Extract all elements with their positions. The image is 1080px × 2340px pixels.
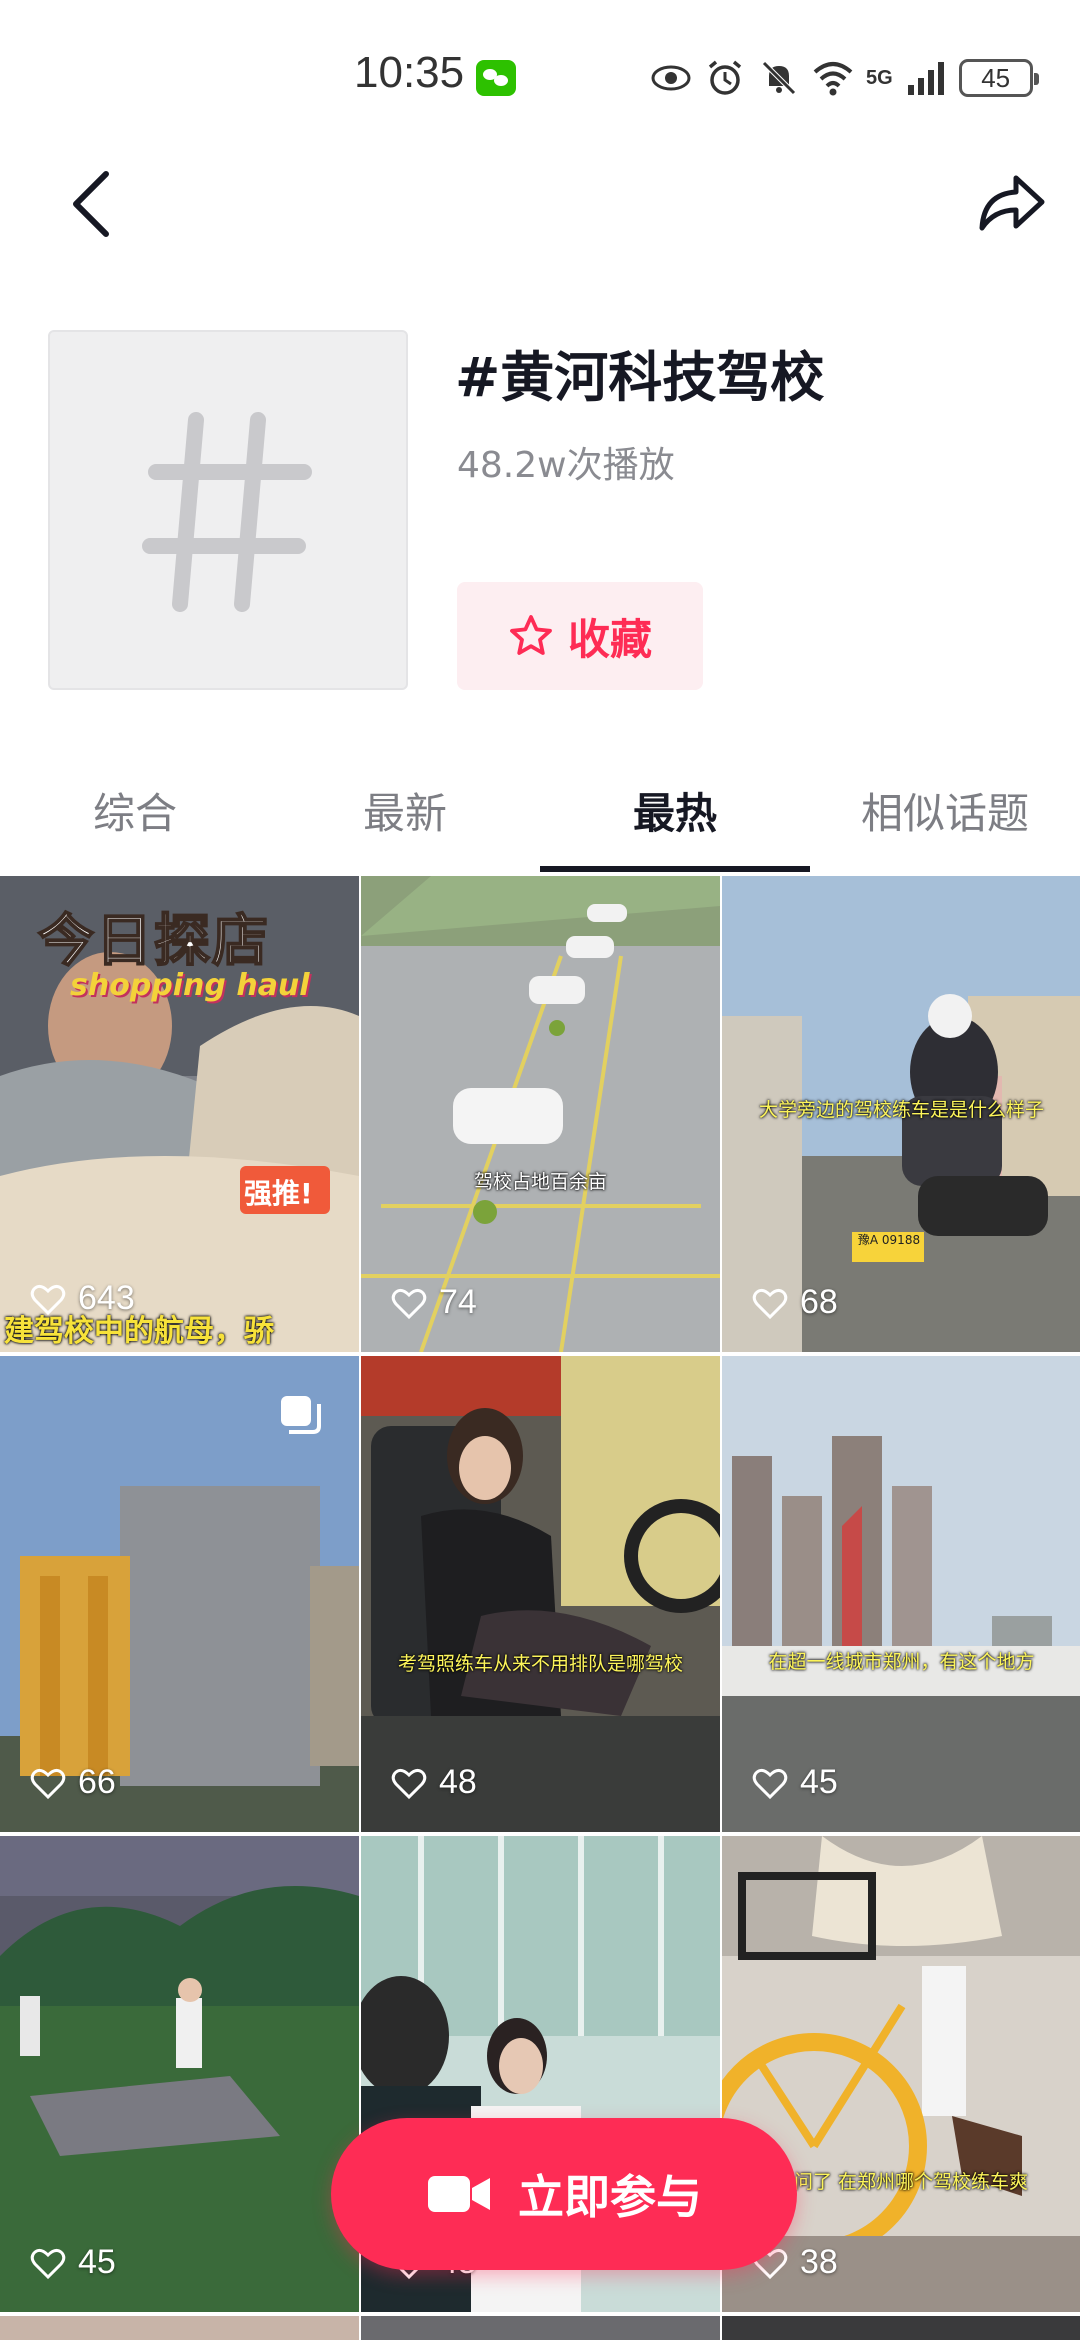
like-count-value: 643 [78,1279,135,1317]
star-outline-icon [510,615,552,655]
video-camera-icon [428,2176,490,2212]
video-caption: 在超一线城市郑州，有这个地方 [768,1651,1035,1673]
tab-hottest[interactable]: 最热 [540,780,810,850]
favorite-label: 收藏 [567,614,652,664]
tab-latest[interactable]: 最新 [270,780,540,850]
video-card-11[interactable] [361,2316,720,2340]
like-count-value: 38 [800,2243,838,2281]
like-count: 45 [30,2243,116,2282]
like-count: 643 [30,1279,135,1318]
like-count: 48 [391,1763,477,1802]
back-chevron-icon[interactable] [62,168,122,240]
heart-outline-icon [30,2248,66,2279]
video-thumbnail [361,876,720,1352]
like-count-value: 68 [800,1283,838,1321]
tab-bar: 综合 最新 最热 相似话题 [0,758,1080,872]
video-caption: 考驾照练车从来不用排队是哪驾校 [397,1653,683,1675]
like-count-value: 45 [78,2243,116,2281]
like-count: 74 [391,1283,477,1322]
license-plate: 豫A 09188 [857,1233,921,1247]
wifi-icon [813,62,853,96]
heart-outline-icon [30,1284,66,1315]
status-time: 10:35 [354,48,465,97]
like-count: 68 [752,1283,838,1322]
tab-similar-topics[interactable]: 相似话题 [810,780,1080,850]
like-count: 66 [30,1763,116,1802]
battery-icon: 45 [958,59,1039,97]
topic-play-count: 48.2w次播放 [457,445,675,486]
like-count-value: 48 [439,1763,477,1801]
favorite-button[interactable]: 收藏 [457,582,703,690]
battery-level: 45 [981,62,1011,93]
like-count: 45 [752,1763,838,1802]
video-caption: 大学旁边的驾校练车是是什么样子 [758,1099,1044,1121]
tab-indicator [540,866,810,872]
overlay-badge: 强推! [244,1177,313,1210]
share-arrow-icon[interactable] [976,172,1048,236]
alarm-icon [708,60,742,95]
overlay-subtitle: shopping haul [70,968,310,1003]
video-caption: 驾校占地百余亩 [473,1171,607,1193]
status-icons: 5G 45 [650,52,1039,104]
like-count-value: 45 [800,1763,838,1801]
heart-outline-icon [30,1768,66,1799]
video-thumbnail [361,1356,720,1832]
heart-outline-icon [752,1288,788,1319]
video-card-5[interactable]: 考驾照练车从来不用排队是哪驾校 48 [361,1356,720,1832]
video-card-10[interactable] [0,2316,359,2340]
video-card-3[interactable]: 大学旁边的驾校练车是是什么样子 豫A 09188 68 [722,876,1080,1352]
video-card-12[interactable] [722,2316,1080,2340]
heart-outline-icon [391,1768,427,1799]
topic-title: #黄河科技驾校 [455,346,825,409]
eye-icon [651,65,691,91]
video-card-4[interactable]: 66 [0,1356,359,1832]
network-type: 5G [866,66,893,89]
video-card-2[interactable]: 驾校占地百余亩 74 [361,876,720,1352]
video-thumbnail [722,1356,1080,1832]
like-count-value: 66 [78,1763,116,1801]
heart-outline-icon [752,1768,788,1799]
heart-outline-icon [391,1288,427,1319]
wechat-icon [476,60,516,96]
video-card-7[interactable]: 45 [0,1836,359,2312]
tab-comprehensive[interactable]: 综合 [0,780,270,850]
overlay-title: 今日探店 [37,908,270,975]
status-bar: 10:35 5G 45 [0,0,1080,150]
hashtag-icon [142,412,312,612]
multi-image-icon [281,1396,321,1434]
topic-cover [48,330,408,690]
mute-bell-icon [762,61,796,95]
participate-label: 立即参与 [518,2170,702,2224]
video-card-6[interactable]: 在超一线城市郑州，有这个地方 45 [722,1356,1080,1832]
signal-icon [907,62,944,95]
video-thumbnail [0,1836,359,2312]
participate-button[interactable]: 立即参与 [331,2118,797,2270]
video-card-1[interactable]: 今日探店 shopping haul 强推! 建驾校中的航母，骄 643 [0,876,359,1352]
like-count-value: 74 [439,1283,477,1321]
